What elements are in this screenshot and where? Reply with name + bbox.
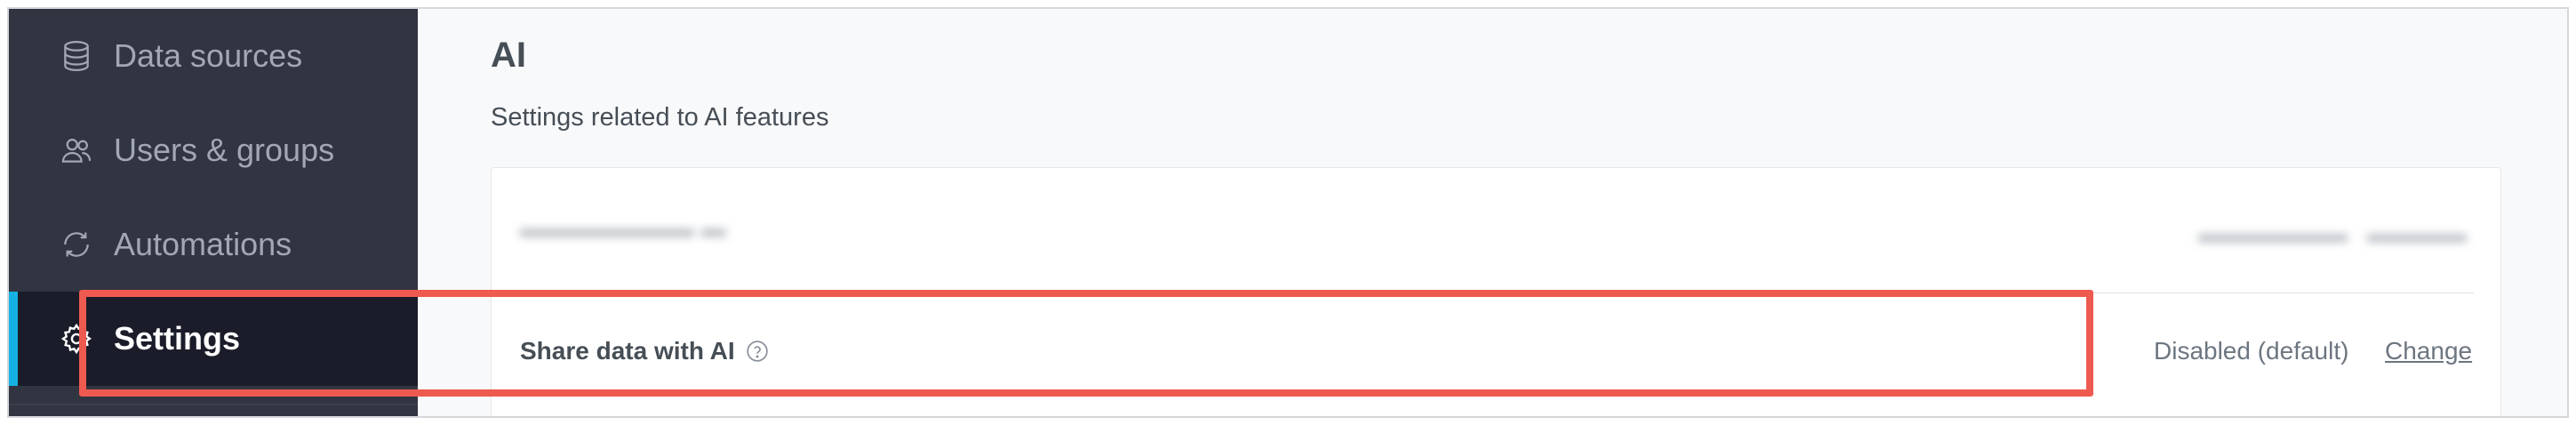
users-icon: [59, 132, 94, 168]
gear-icon: [59, 321, 94, 357]
change-link[interactable]: Change: [2385, 337, 2472, 365]
sidebar: Data sources Users & groups Automations …: [9, 9, 418, 416]
sidebar-item-settings[interactable]: Settings: [9, 292, 418, 386]
app-window: Data sources Users & groups Automations …: [7, 7, 2569, 418]
sidebar-item-data-sources[interactable]: Data sources: [9, 9, 418, 103]
sidebar-item-label: Users & groups: [114, 132, 335, 168]
blurred-setting-row: ▬▬▬▬▬▬▬ ▬ ▬▬▬▬▬▬ ▬▬▬▬: [492, 168, 2500, 293]
help-icon[interactable]: [746, 340, 769, 363]
settings-main: AI Settings related to AI features ▬▬▬▬▬…: [418, 9, 2567, 416]
section-subtitle: Settings related to AI features: [491, 103, 829, 132]
ai-settings-card: ▬▬▬▬▬▬▬ ▬ ▬▬▬▬▬▬ ▬▬▬▬ Share data with AI: [491, 167, 2501, 416]
sidebar-divider: [9, 404, 418, 405]
sidebar-item-label: Data sources: [114, 37, 303, 74]
database-icon: [59, 38, 94, 74]
active-indicator: [9, 292, 18, 386]
section-title: AI: [491, 36, 526, 75]
share-data-label-text: Share data with AI: [520, 336, 735, 365]
blurred-text: ▬▬▬▬: [2367, 220, 2467, 247]
sidebar-item-label: Settings: [114, 320, 241, 357]
blurred-text: ▬▬▬▬▬▬: [2198, 220, 2348, 247]
blurred-text: ▬▬▬▬▬▬▬ ▬: [520, 214, 726, 242]
sidebar-item-label: Automations: [114, 226, 292, 262]
refresh-icon: [59, 227, 94, 262]
share-data-label: Share data with AI: [520, 337, 769, 365]
share-data-with-ai-row: Share data with AI Disabled (default) Ch…: [492, 300, 2500, 402]
status-text: Disabled (default): [2154, 336, 2349, 365]
sidebar-item-users-groups[interactable]: Users & groups: [9, 103, 418, 197]
sidebar-item-automations[interactable]: Automations: [9, 197, 418, 292]
